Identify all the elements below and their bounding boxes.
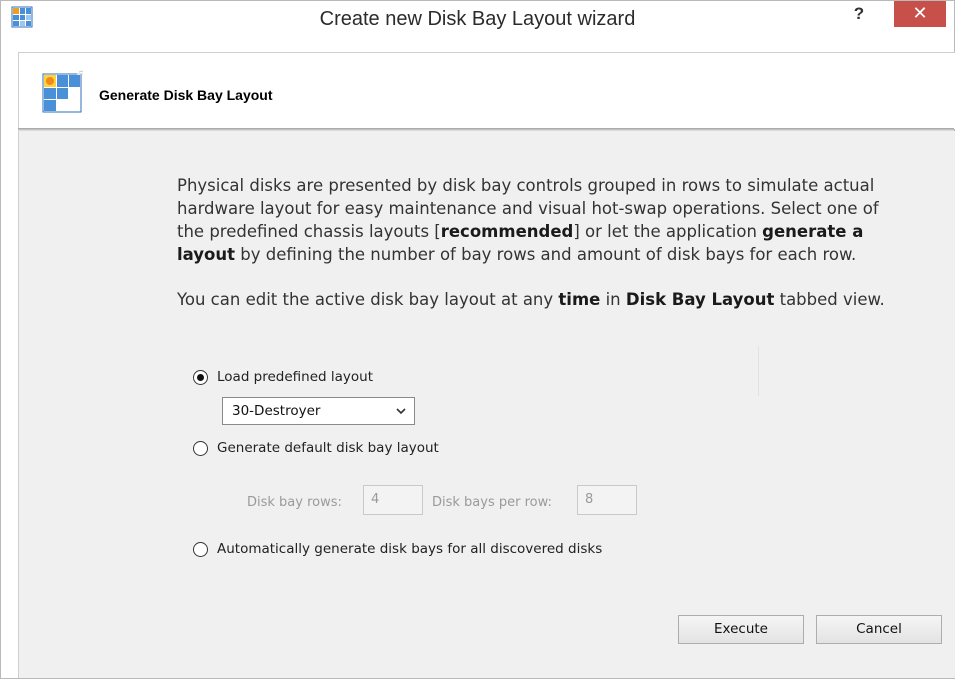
close-button[interactable]: ✕ <box>894 1 946 27</box>
description-paragraph: Physical disks are presented by disk bay… <box>177 174 897 266</box>
predefined-layout-value: 30-Destroyer <box>232 403 321 419</box>
help-button[interactable]: ? <box>839 1 879 31</box>
description-text: ] or let the application <box>573 222 763 241</box>
divider <box>758 346 759 396</box>
disk-bay-wizard-icon <box>42 70 84 113</box>
radio-selected-dot <box>197 373 204 381</box>
disk-bay-rows-label: Disk bay rows: <box>247 495 342 510</box>
description-text: by defining the number of bay rows and a… <box>235 245 857 264</box>
generate-default-radio[interactable] <box>193 440 208 456</box>
auto-generate-label[interactable]: Automatically generate disk bays for all… <box>217 541 602 557</box>
disk-bays-per-row-label: Disk bays per row: <box>432 495 552 510</box>
predefined-layout-select[interactable]: 30-Destroyer <box>222 397 415 425</box>
load-predefined-option[interactable]: Load predefined layout <box>193 367 373 387</box>
auto-generate-option[interactable]: Automatically generate disk bays for all… <box>193 539 602 559</box>
wizard-window: Create new Disk Bay Layout wizard ? ✕ Ge… <box>0 0 955 679</box>
hint-text: You can edit the active disk bay layout … <box>177 290 559 309</box>
hint-bold-time: time <box>558 290 601 309</box>
generate-default-label[interactable]: Generate default disk bay layout <box>217 440 439 456</box>
generate-default-option[interactable]: Generate default disk bay layout <box>193 438 439 458</box>
load-predefined-label[interactable]: Load predefined layout <box>217 369 373 385</box>
description-bold-recommended: recommended <box>440 222 574 241</box>
auto-generate-radio[interactable] <box>193 541 208 557</box>
load-predefined-radio[interactable] <box>193 369 208 385</box>
disk-bay-rows-input[interactable]: 4 <box>363 485 423 515</box>
disk-bays-per-row-input[interactable]: 8 <box>577 485 637 515</box>
hint-bold-view: Disk Bay Layout <box>625 290 775 309</box>
hint-text: tabbed view. <box>774 290 885 309</box>
execute-button[interactable]: Execute <box>678 615 804 644</box>
hint-text: in <box>600 290 626 309</box>
chevron-down-icon <box>396 408 406 415</box>
header-title: Generate Disk Bay Layout <box>99 87 273 103</box>
cancel-button[interactable]: Cancel <box>816 615 942 644</box>
title-bar[interactable]: Create new Disk Bay Layout wizard ? ✕ <box>1 1 954 31</box>
edit-hint-paragraph: You can edit the active disk bay layout … <box>177 288 937 311</box>
window-title: Create new Disk Bay Layout wizard <box>319 8 636 30</box>
wizard-header: Generate Disk Bay Layout <box>18 52 955 129</box>
